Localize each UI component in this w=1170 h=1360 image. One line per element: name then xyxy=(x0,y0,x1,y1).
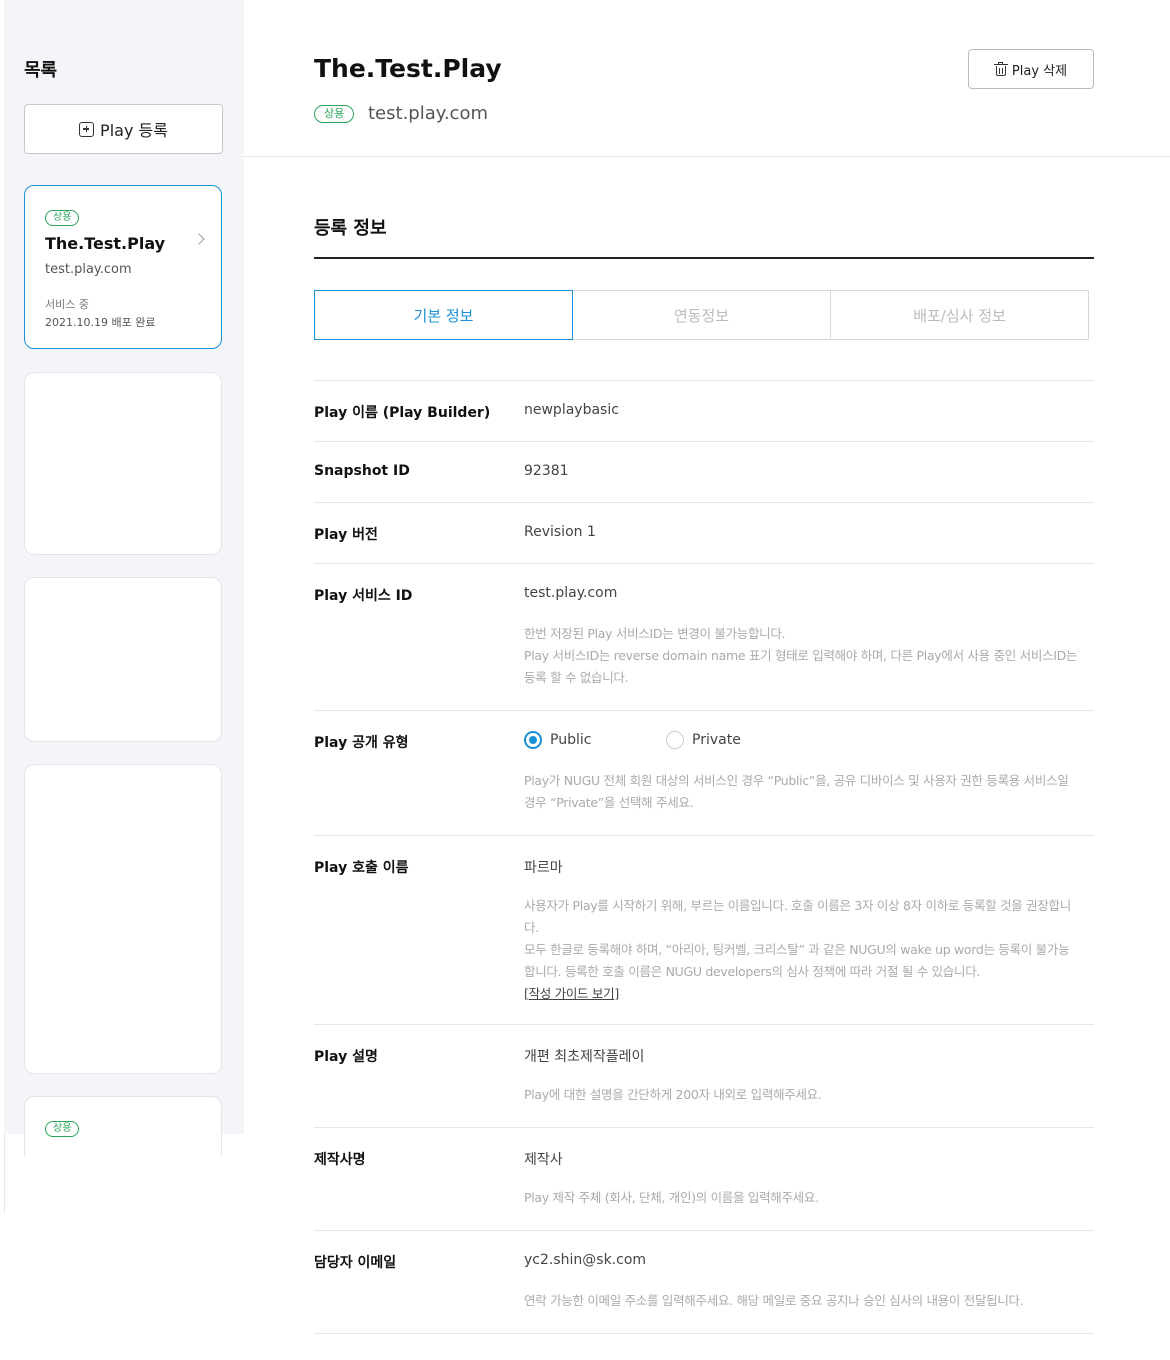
page-title: The.Test.Play xyxy=(314,54,502,83)
field-help-email: 연락 가능한 이메일 주소를 입력해주세요. 해당 메일로 중요 공지나 승인 … xyxy=(524,1293,1024,1308)
field-value-version: Revision 1 xyxy=(524,524,596,540)
field-help-invocation: 사용자가 Play를 시작하기 위해, 부르는 이름입니다. 호출 이름은 3자… xyxy=(524,895,1094,1005)
header-url: test.play.com xyxy=(368,103,488,124)
field-label-visibility: Play 공개 유형 xyxy=(314,735,409,751)
tab-bar: 기본 정보 연동정보 배포/심사 정보 xyxy=(314,290,1091,340)
play-card-active[interactable]: 상용 The.Test.Play test.play.com 서비스 중 202… xyxy=(24,185,222,349)
play-card-empty[interactable] xyxy=(24,577,222,742)
section-title: 등록 정보 xyxy=(314,218,387,239)
field-label-snapshot-id: Snapshot ID xyxy=(314,463,410,479)
help-line: 다. xyxy=(524,920,539,935)
help-line: 한번 저장된 Play 서비스ID는 변경이 불가능합니다. xyxy=(524,626,786,641)
field-value-snapshot-id: 92381 xyxy=(524,463,569,479)
field-help-visibility: Play가 NUGU 전체 회원 대상의 서비스인 경우 “Public”을, … xyxy=(524,770,1094,814)
field-label-version: Play 버전 xyxy=(314,527,378,543)
field-value-maker: 제작사 xyxy=(524,1152,563,1168)
sidebar: 목록 Play 등록 상용 The.Test.Play test.play.co… xyxy=(4,0,244,1156)
row-divider xyxy=(314,563,1094,564)
status-badge: 상용 xyxy=(45,1121,80,1137)
help-line: 합니다. 등록한 호출 이름은 NUGU developers의 심사 정책에 … xyxy=(524,964,981,979)
help-line: 사용자가 Play를 시작하기 위해, 부르는 이름입니다. 호출 이름은 3자… xyxy=(524,898,1071,913)
radio-private-label: Private xyxy=(692,732,741,748)
row-divider xyxy=(314,1024,1094,1025)
guide-bracket-close: ] xyxy=(614,986,619,1001)
radio-public-label: Public xyxy=(550,732,592,748)
plus-square-icon xyxy=(79,121,95,137)
sidebar-edge xyxy=(4,1134,5,1214)
help-line: 모두 한글로 등록해야 하며, “아리아, 팅커벨, 크리스탈” 과 같은 NU… xyxy=(524,942,1070,957)
help-line: Play 서비스ID는 reverse domain name 표기 형태로 입… xyxy=(524,648,1078,663)
field-value-description: 개편 최초제작플레이 xyxy=(524,1049,645,1065)
play-card-url: test.play.com xyxy=(45,262,132,277)
row-divider xyxy=(314,380,1094,381)
field-label-builder-name: Play 이름 (Play Builder) xyxy=(314,405,491,421)
field-help-description: Play에 대한 설명을 간단하게 200자 내외로 입력해주세요. xyxy=(524,1087,822,1102)
add-play-button[interactable]: Play 등록 xyxy=(24,104,223,154)
header-divider xyxy=(244,156,1170,157)
guide-link-line: [작성 가이드 보기] xyxy=(524,983,1094,1005)
field-help-service-id: 한번 저장된 Play 서비스ID는 변경이 불가능합니다. Play 서비스I… xyxy=(524,623,1094,689)
status-badge: 상용 xyxy=(314,105,355,123)
play-card-empty[interactable] xyxy=(24,764,222,1074)
field-label-service-id: Play 서비스 ID xyxy=(314,588,413,604)
help-line: 경우 “Private”을 선택해 주세요. xyxy=(524,795,694,810)
radio-private[interactable]: Private xyxy=(666,731,741,749)
field-label-email: 담당자 이메일 xyxy=(314,1255,397,1271)
sidebar-title: 목록 xyxy=(24,60,58,81)
row-divider xyxy=(314,835,1094,836)
play-card-empty[interactable] xyxy=(24,372,222,555)
radio-unselected-icon xyxy=(666,731,684,749)
row-divider xyxy=(314,1230,1094,1231)
help-line: Play가 NUGU 전체 회원 대상의 서비스인 경우 “Public”을, … xyxy=(524,773,1069,788)
row-divider xyxy=(314,710,1094,711)
field-value-invocation: 파르마 xyxy=(524,860,563,876)
field-help-maker: Play 제작 주체 (회사, 단체, 개인)의 이름을 입력해주세요. xyxy=(524,1190,819,1205)
field-label-description: Play 설명 xyxy=(314,1049,378,1065)
play-card-status: 서비스 중 xyxy=(45,298,89,311)
delete-play-button[interactable]: Play 삭제 xyxy=(968,49,1094,89)
play-card-title: The.Test.Play xyxy=(45,234,166,253)
row-divider xyxy=(314,1333,1094,1334)
row-divider xyxy=(314,1127,1094,1128)
field-value-builder-name: newplaybasic xyxy=(524,402,619,418)
row-divider xyxy=(314,502,1094,503)
row-divider xyxy=(314,441,1094,442)
add-play-button-label: Play 등록 xyxy=(100,121,168,140)
tab-integration-info[interactable]: 연동정보 xyxy=(572,290,831,340)
radio-public[interactable]: Public xyxy=(524,731,591,749)
field-value-email: yc2.shin@sk.com xyxy=(524,1252,647,1268)
chevron-right-icon xyxy=(193,233,205,245)
radio-selected-icon xyxy=(524,731,542,749)
status-badge: 상용 xyxy=(45,210,80,226)
field-label-maker: 제작사명 xyxy=(314,1152,366,1168)
play-card-partial[interactable]: 상용 xyxy=(24,1096,222,1156)
tab-basic-info[interactable]: 기본 정보 xyxy=(314,290,573,340)
help-line: 등록 할 수 없습니다. xyxy=(524,670,629,685)
section-divider xyxy=(314,257,1094,259)
field-label-invocation: Play 호출 이름 xyxy=(314,860,409,876)
writing-guide-link[interactable]: 작성 가이드 보기 xyxy=(529,986,615,1001)
field-value-service-id: test.play.com xyxy=(524,585,618,601)
trash-icon xyxy=(993,61,1008,76)
tab-deploy-review-info[interactable]: 배포/심사 정보 xyxy=(830,290,1089,340)
delete-play-button-label: Play 삭제 xyxy=(1011,63,1068,79)
play-card-date: 2021.10.19 배포 완료 xyxy=(45,316,156,329)
